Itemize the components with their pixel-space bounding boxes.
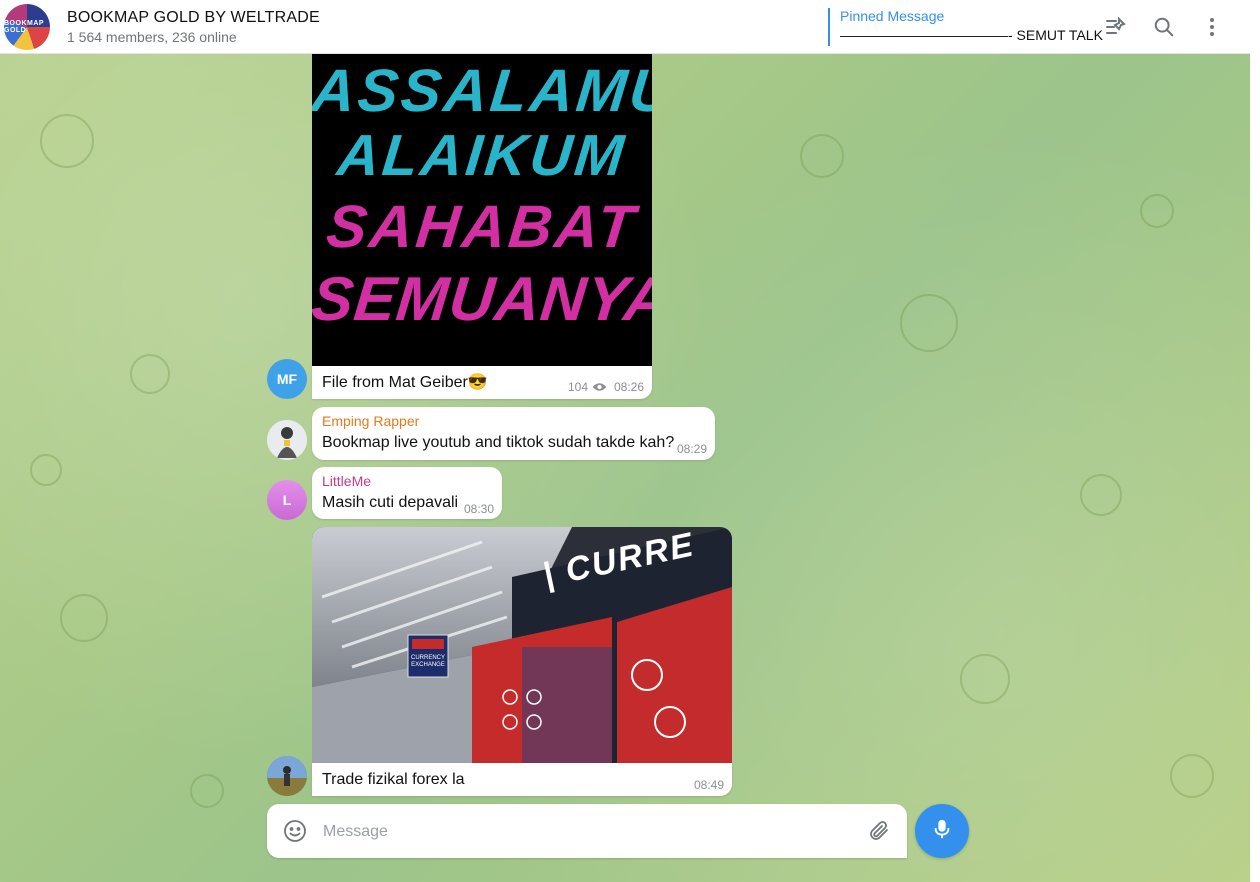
attach-icon[interactable] — [867, 819, 891, 848]
message-bubble-littleme[interactable]: LittleMe Masih cuti depavali 08:30 — [312, 467, 502, 519]
group-avatar[interactable]: BOOKMAP GOLD — [4, 4, 50, 50]
message-bubble-file[interactable]: File from Mat Geiber😎 104 08:26 — [312, 366, 652, 399]
search-icon[interactable] — [1150, 13, 1178, 41]
poster-line-3: SAHABAT — [323, 193, 641, 260]
message-sender[interactable]: LittleMe — [322, 472, 371, 490]
avatar-emping-rapper[interactable] — [267, 420, 307, 460]
poster-line-4: SEMUANYA — [312, 265, 652, 334]
pinned-message[interactable]: Pinned Message ————————————- SEMUT TALK — [828, 8, 1103, 46]
message-time: 08:49 — [694, 778, 725, 792]
more-vertical-icon[interactable] — [1198, 13, 1226, 41]
message-photo[interactable]: | CURRE CURRENCY EXCHANGE — [312, 527, 732, 763]
chat-member-count: 1 564 members, 236 online — [67, 29, 237, 45]
message-bubble-emping[interactable]: Emping Rapper Bookmap live youtub and ti… — [312, 407, 715, 460]
pinned-message-text: ————————————- SEMUT TALK — [840, 27, 1103, 43]
chat-header[interactable]: BOOKMAP GOLD BOOKMAP GOLD BY WELTRADE 1 … — [0, 0, 1250, 54]
poster-line-2: ALAIKUM — [334, 123, 630, 188]
message-caption: File from Mat Geiber😎 — [322, 374, 488, 391]
window-edge — [1250, 0, 1260, 882]
message-input[interactable] — [321, 818, 825, 846]
avatar-initials: L — [282, 492, 292, 508]
eye-icon — [592, 380, 607, 398]
photo-small-sign: CURRENCY EXCHANGE — [410, 655, 445, 668]
avatar-photo-sender[interactable] — [267, 756, 307, 796]
message-sender[interactable]: Emping Rapper — [322, 412, 419, 430]
avatar-initials: MF — [276, 371, 298, 387]
chat-title[interactable]: BOOKMAP GOLD BY WELTRADE — [67, 9, 320, 27]
message-text: Bookmap live youtub and tiktok sudah tak… — [322, 434, 675, 451]
message-caption: Trade fizikal forex la — [322, 771, 465, 788]
avatar-mat-geiber[interactable]: MF — [267, 359, 307, 399]
message-time: 08:29 — [677, 442, 708, 456]
view-count: 104 — [568, 380, 589, 394]
avatar-littleme[interactable]: L — [267, 480, 307, 520]
message-time: 08:30 — [464, 502, 495, 516]
emoji-icon[interactable] — [283, 819, 307, 848]
poster-line-1: ASSALAMU' — [312, 57, 652, 124]
voice-record-button[interactable] — [915, 804, 969, 858]
message-text: Masih cuti depavali — [322, 494, 459, 511]
message-time: 08:26 — [614, 380, 645, 394]
microphone-icon — [931, 817, 953, 846]
group-avatar-text: BOOKMAP GOLD — [4, 20, 44, 34]
message-bubble-photo-caption[interactable]: Trade fizikal forex la 08:49 — [312, 763, 732, 796]
pinned-list-icon[interactable] — [1102, 13, 1130, 41]
message-composer[interactable] — [267, 804, 907, 858]
pinned-message-label: Pinned Message — [840, 8, 945, 24]
message-image-poster[interactable]: ASSALAMU' ALAIKUM SAHABAT SEMUANYA — [312, 54, 652, 366]
